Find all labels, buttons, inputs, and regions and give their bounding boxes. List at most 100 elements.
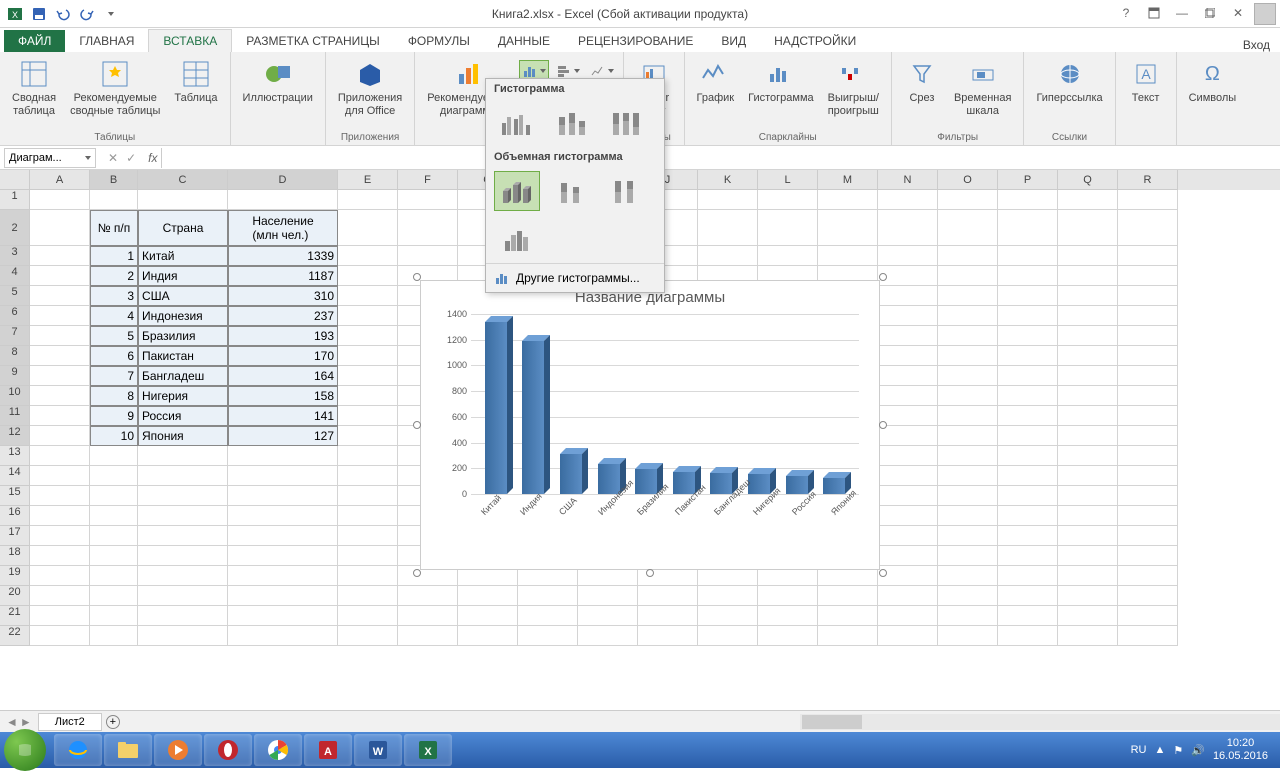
col-header-D[interactable]: D: [228, 170, 338, 190]
cell[interactable]: [228, 606, 338, 626]
cell[interactable]: [338, 606, 398, 626]
cell[interactable]: [228, 466, 338, 486]
cell[interactable]: 8: [90, 386, 138, 406]
login-link[interactable]: Вход: [1243, 38, 1280, 52]
taskbar-clock[interactable]: 10:20 16.05.2016: [1213, 737, 1268, 763]
cell[interactable]: [998, 506, 1058, 526]
cell[interactable]: Индонезия: [138, 306, 228, 326]
cell[interactable]: Китай: [138, 246, 228, 266]
row-header-19[interactable]: 19: [0, 566, 30, 586]
row-header-17[interactable]: 17: [0, 526, 30, 546]
cell[interactable]: 10: [90, 426, 138, 446]
cell[interactable]: [938, 486, 998, 506]
cancel-formula-icon[interactable]: ✕: [108, 151, 118, 165]
cell[interactable]: Бангладеш: [138, 366, 228, 386]
cell[interactable]: [1058, 546, 1118, 566]
horizontal-scrollbar[interactable]: [800, 714, 1280, 730]
cell[interactable]: [228, 446, 338, 466]
cell[interactable]: [998, 486, 1058, 506]
cell[interactable]: [398, 606, 458, 626]
cell[interactable]: [938, 506, 998, 526]
recommended-pivot-button[interactable]: Рекомендуемые сводные таблицы: [64, 56, 166, 120]
row-header-5[interactable]: 5: [0, 286, 30, 306]
cell[interactable]: [338, 446, 398, 466]
save-icon[interactable]: [28, 3, 50, 25]
cell[interactable]: [338, 366, 398, 386]
col-header-O[interactable]: O: [938, 170, 998, 190]
cell[interactable]: [1058, 406, 1118, 426]
tab-view[interactable]: ВИД: [707, 30, 760, 52]
cell[interactable]: [818, 246, 878, 266]
cell[interactable]: [1118, 546, 1178, 566]
cell[interactable]: [228, 626, 338, 646]
cell[interactable]: [1058, 466, 1118, 486]
cell[interactable]: [698, 246, 758, 266]
cell[interactable]: 164: [228, 366, 338, 386]
cell[interactable]: [138, 486, 228, 506]
cell[interactable]: [878, 266, 938, 286]
cell[interactable]: [90, 546, 138, 566]
cell[interactable]: № п/п: [90, 210, 138, 246]
chart-bar[interactable]: [786, 476, 808, 494]
cell[interactable]: [698, 190, 758, 210]
col-header-C[interactable]: C: [138, 170, 228, 190]
cell[interactable]: [998, 346, 1058, 366]
col-header-F[interactable]: F: [398, 170, 458, 190]
cell[interactable]: Бразилия: [138, 326, 228, 346]
cell[interactable]: [30, 486, 90, 506]
clustered-column-2d[interactable]: [494, 103, 540, 143]
start-button[interactable]: [4, 729, 46, 771]
column-3d[interactable]: [494, 219, 540, 259]
col-header-P[interactable]: P: [998, 170, 1058, 190]
cell[interactable]: 127: [228, 426, 338, 446]
cell[interactable]: [338, 586, 398, 606]
cell[interactable]: [30, 326, 90, 346]
cell[interactable]: [30, 586, 90, 606]
clustered-column-3d[interactable]: [494, 171, 540, 211]
cell[interactable]: [938, 346, 998, 366]
cell[interactable]: [698, 626, 758, 646]
cell[interactable]: [758, 246, 818, 266]
cell[interactable]: [1058, 506, 1118, 526]
new-sheet-button[interactable]: +: [102, 713, 124, 731]
cell[interactable]: [90, 566, 138, 586]
cell[interactable]: [878, 506, 938, 526]
cell[interactable]: 158: [228, 386, 338, 406]
more-column-charts[interactable]: Другие гистограммы...: [486, 263, 664, 292]
cell[interactable]: [698, 606, 758, 626]
cell[interactable]: [90, 586, 138, 606]
cell[interactable]: [878, 326, 938, 346]
cell[interactable]: [878, 626, 938, 646]
cell[interactable]: [338, 266, 398, 286]
cell[interactable]: [338, 626, 398, 646]
row-header-10[interactable]: 10: [0, 386, 30, 406]
cell[interactable]: [878, 190, 938, 210]
cell[interactable]: Россия: [138, 406, 228, 426]
cell[interactable]: 1: [90, 246, 138, 266]
cell[interactable]: [30, 286, 90, 306]
cell[interactable]: [338, 246, 398, 266]
cell[interactable]: [458, 626, 518, 646]
row-header-8[interactable]: 8: [0, 346, 30, 366]
maximize-icon[interactable]: [1198, 3, 1222, 23]
cell[interactable]: [90, 190, 138, 210]
cell[interactable]: [758, 210, 818, 246]
cell[interactable]: 4: [90, 306, 138, 326]
pivot-table-button[interactable]: Сводная таблица: [6, 56, 62, 120]
cell[interactable]: [1058, 306, 1118, 326]
undo-icon[interactable]: [52, 3, 74, 25]
cell[interactable]: [1118, 506, 1178, 526]
cell[interactable]: [338, 286, 398, 306]
cell[interactable]: [30, 266, 90, 286]
cell[interactable]: [1118, 606, 1178, 626]
row-header-18[interactable]: 18: [0, 546, 30, 566]
cell[interactable]: [30, 526, 90, 546]
cell[interactable]: [1118, 466, 1178, 486]
cell[interactable]: [1058, 286, 1118, 306]
cell[interactable]: [938, 626, 998, 646]
cell[interactable]: [878, 210, 938, 246]
cell[interactable]: [878, 406, 938, 426]
cell[interactable]: [228, 190, 338, 210]
cell[interactable]: [1058, 210, 1118, 246]
chart-bar[interactable]: [560, 454, 582, 494]
